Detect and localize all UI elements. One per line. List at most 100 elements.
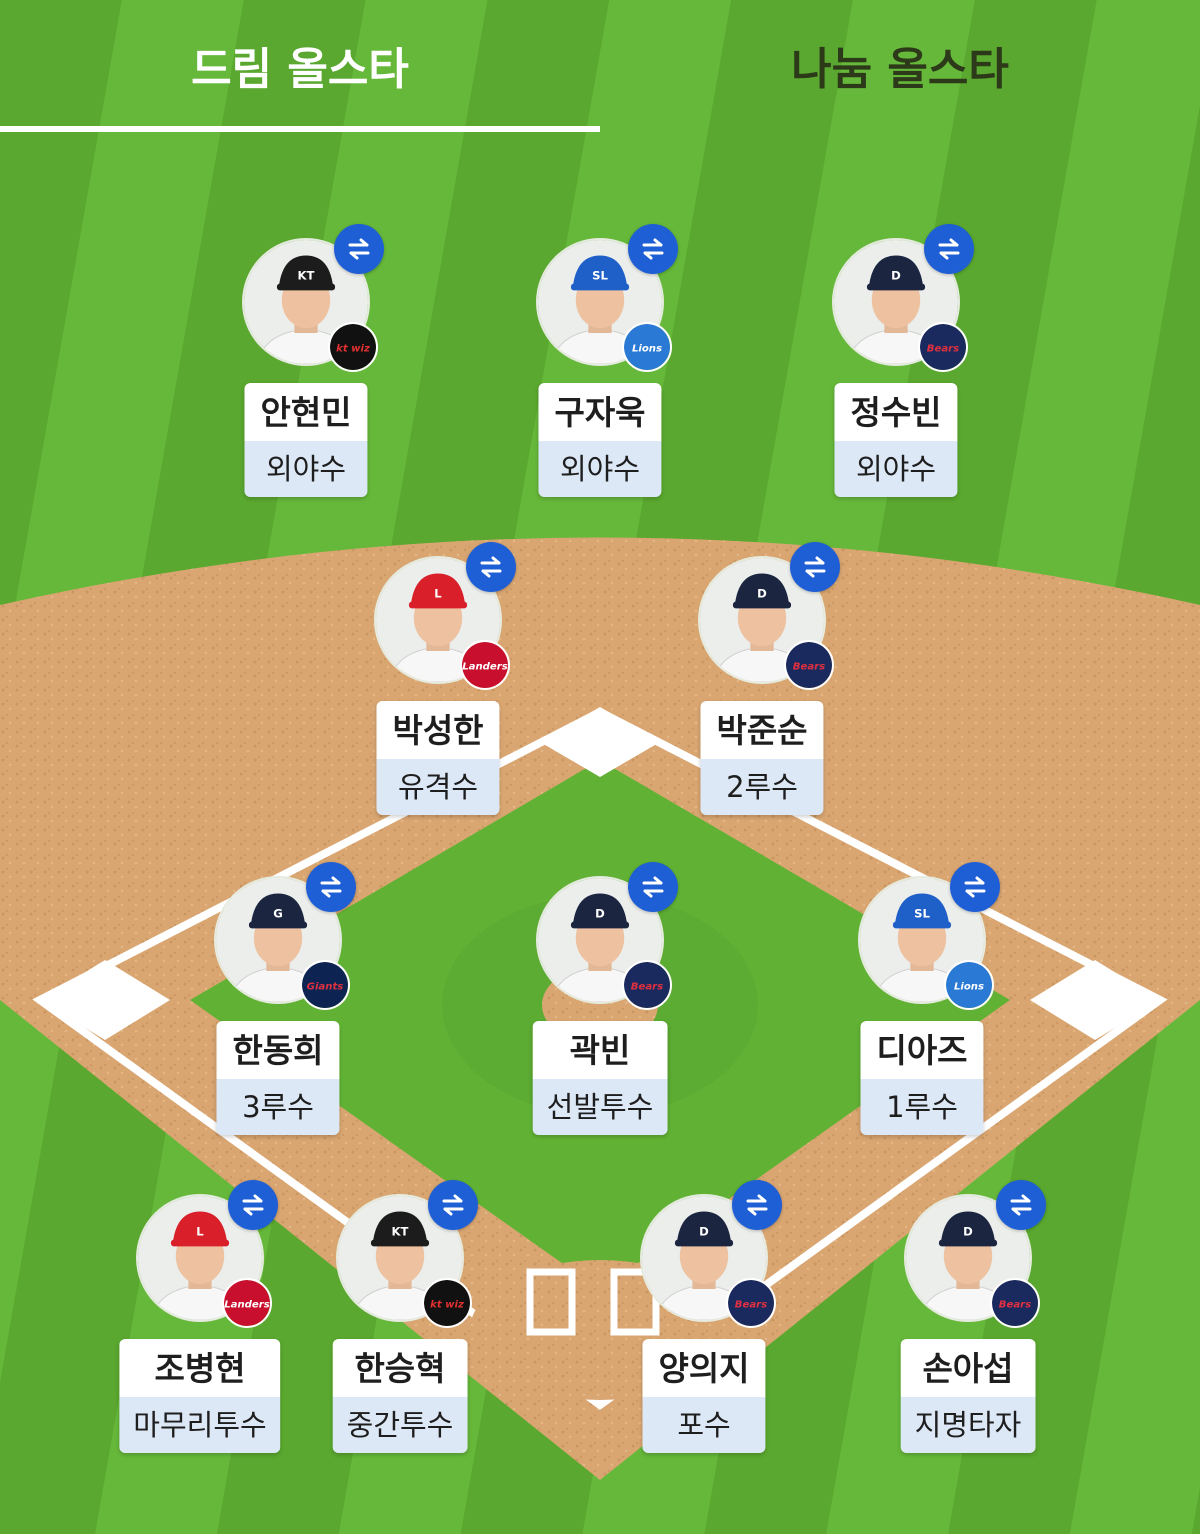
swap-arrows-icon <box>1010 1194 1032 1216</box>
swap-arrows-icon <box>442 1194 464 1216</box>
player-position: 외야수 <box>538 441 662 497</box>
swap-player-button[interactable] <box>628 224 678 274</box>
svg-text:Bears: Bears <box>631 982 663 993</box>
svg-text:SL: SL <box>592 269 608 283</box>
swap-player-button[interactable] <box>306 862 356 912</box>
player-info[interactable]: 한승혁 중간투수 <box>332 1339 468 1453</box>
player-card-sp: D Bears 곽빈 선발투수 <box>510 862 690 1146</box>
player-info[interactable]: 손아섭 지명타자 <box>900 1339 1036 1453</box>
svg-text:Bears: Bears <box>793 662 825 673</box>
swap-arrows-icon <box>480 556 502 578</box>
player-info[interactable]: 디아즈 1루수 <box>860 1021 984 1135</box>
team-logo-icon: Giants <box>300 960 350 1010</box>
player-info[interactable]: 박준순 2루수 <box>700 701 824 815</box>
player-position: 외야수 <box>244 441 368 497</box>
player-card-dh: D Bears 손아섭 지명타자 <box>878 1180 1058 1464</box>
swap-player-button[interactable] <box>924 224 974 274</box>
player-card-rp: KT kt wiz 한승혁 중간투수 <box>310 1180 490 1464</box>
team-logo-icon: Bears <box>784 640 834 690</box>
player-position: 외야수 <box>834 441 958 497</box>
swap-arrows-icon <box>242 1194 264 1216</box>
player-card-cf: SL Lions 구자욱 외야수 <box>510 224 690 508</box>
svg-text:D: D <box>963 1225 973 1239</box>
svg-text:Bears: Bears <box>735 1300 767 1311</box>
swap-player-button[interactable] <box>334 224 384 274</box>
team-logo-icon: Bears <box>726 1278 776 1328</box>
player-card-1b: SL Lions 디아즈 1루수 <box>832 862 1012 1146</box>
svg-text:Giants: Giants <box>307 982 344 993</box>
player-card-rf: D Bears 정수빈 외야수 <box>806 224 986 508</box>
svg-text:Bears: Bears <box>927 344 959 355</box>
svg-text:Lions: Lions <box>632 344 662 355</box>
team-logo-icon: kt wiz <box>422 1278 472 1328</box>
player-name: 조병현 <box>119 1339 281 1397</box>
player-info[interactable]: 구자욱 외야수 <box>538 383 662 497</box>
svg-text:G: G <box>273 907 283 921</box>
svg-text:D: D <box>757 587 767 601</box>
swap-player-button[interactable] <box>996 1180 1046 1230</box>
swap-player-button[interactable] <box>732 1180 782 1230</box>
svg-text:D: D <box>595 907 605 921</box>
swap-player-button[interactable] <box>466 542 516 592</box>
swap-player-button[interactable] <box>790 542 840 592</box>
svg-text:Landers: Landers <box>224 1300 270 1311</box>
player-info[interactable]: 양의지 포수 <box>642 1339 766 1453</box>
svg-text:kt wiz: kt wiz <box>336 344 370 355</box>
tab-nanum-allstar[interactable]: 나눔 올스타 <box>600 0 1200 130</box>
team-logo-icon: Lions <box>622 322 672 372</box>
swap-arrows-icon <box>320 876 342 898</box>
player-position: 지명타자 <box>900 1397 1036 1453</box>
player-name: 양의지 <box>642 1339 766 1397</box>
team-logo-icon: Bears <box>918 322 968 372</box>
player-position: 1루수 <box>860 1079 984 1135</box>
player-info[interactable]: 박성한 유격수 <box>376 701 500 815</box>
player-name: 디아즈 <box>860 1021 984 1079</box>
player-info[interactable]: 조병현 마무리투수 <box>119 1339 281 1453</box>
player-position: 유격수 <box>376 759 500 815</box>
swap-arrows-icon <box>964 876 986 898</box>
player-position: 마무리투수 <box>119 1397 281 1453</box>
player-info[interactable]: 안현민 외야수 <box>244 383 368 497</box>
player-info[interactable]: 정수빈 외야수 <box>834 383 958 497</box>
svg-text:Bears: Bears <box>999 1300 1031 1311</box>
svg-text:L: L <box>196 1225 204 1239</box>
swap-player-button[interactable] <box>228 1180 278 1230</box>
player-position: 3루수 <box>216 1079 340 1135</box>
svg-text:D: D <box>891 269 901 283</box>
player-info[interactable]: 한동희 3루수 <box>216 1021 340 1135</box>
player-name: 한승혁 <box>332 1339 468 1397</box>
team-logo-icon: Bears <box>990 1278 1040 1328</box>
player-position: 선발투수 <box>532 1079 668 1135</box>
player-card-c: D Bears 양의지 포수 <box>614 1180 794 1464</box>
team-tabs: 드림 올스타 나눔 올스타 <box>0 0 1200 135</box>
team-logo-icon: kt wiz <box>328 322 378 372</box>
team-logo-icon: Lions <box>944 960 994 1010</box>
player-name: 한동희 <box>216 1021 340 1079</box>
svg-text:SL: SL <box>914 907 930 921</box>
player-name: 곽빈 <box>532 1021 668 1079</box>
player-card-lf: KT kt wiz 안현민 외야수 <box>216 224 396 508</box>
swap-arrows-icon <box>938 238 960 260</box>
swap-arrows-icon <box>746 1194 768 1216</box>
tab-dream-allstar[interactable]: 드림 올스타 <box>0 0 600 130</box>
player-card-3b: G Giants 한동희 3루수 <box>188 862 368 1146</box>
player-name: 박성한 <box>376 701 500 759</box>
svg-text:D: D <box>699 1225 709 1239</box>
player-info[interactable]: 곽빈 선발투수 <box>532 1021 668 1135</box>
player-card-cl: L Landers 조병현 마무리투수 <box>110 1180 290 1464</box>
swap-arrows-icon <box>804 556 826 578</box>
swap-player-button[interactable] <box>628 862 678 912</box>
player-name: 정수빈 <box>834 383 958 441</box>
swap-player-button[interactable] <box>950 862 1000 912</box>
svg-text:kt wiz: kt wiz <box>430 1300 464 1311</box>
player-name: 손아섭 <box>900 1339 1036 1397</box>
player-position: 2루수 <box>700 759 824 815</box>
player-card-ss: L Landers 박성한 유격수 <box>348 542 528 826</box>
player-position: 포수 <box>642 1397 766 1453</box>
player-card-2b: D Bears 박준순 2루수 <box>672 542 852 826</box>
svg-text:Lions: Lions <box>954 982 984 993</box>
swap-player-button[interactable] <box>428 1180 478 1230</box>
svg-text:KT: KT <box>392 1225 409 1239</box>
active-tab-indicator <box>0 126 600 132</box>
team-logo-icon: Bears <box>622 960 672 1010</box>
